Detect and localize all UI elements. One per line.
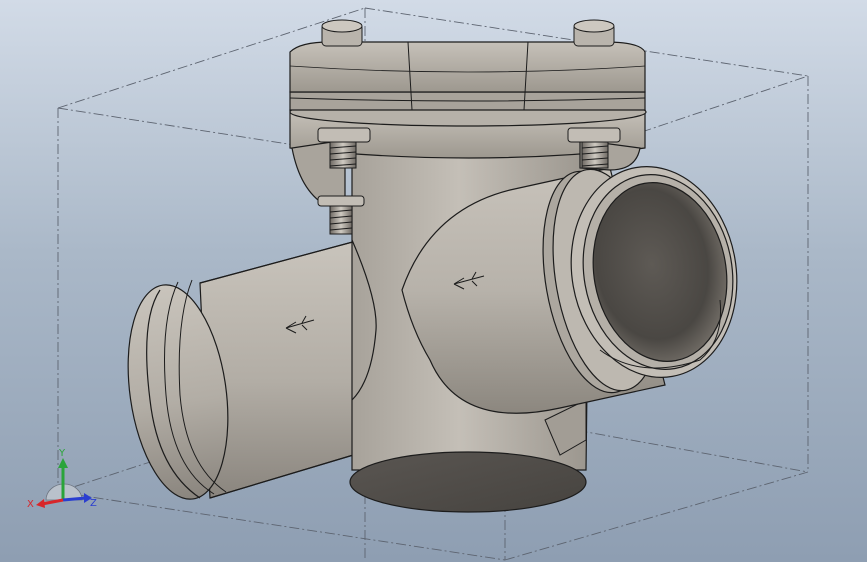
- reference-triad[interactable]: Y Z X: [27, 448, 97, 510]
- 3d-viewport[interactable]: Y Z X: [0, 0, 867, 562]
- bolt-top-left: [321, 19, 363, 47]
- triad-z-label: Z: [90, 498, 97, 509]
- triad-y-label: Y: [58, 448, 66, 459]
- model-scene[interactable]: Y Z X: [0, 0, 867, 562]
- inlet-pipe[interactable]: [115, 239, 371, 506]
- triad-x-label: X: [27, 499, 34, 510]
- bolt-top-right: [573, 19, 615, 47]
- drain-end-face[interactable]: [349, 451, 587, 513]
